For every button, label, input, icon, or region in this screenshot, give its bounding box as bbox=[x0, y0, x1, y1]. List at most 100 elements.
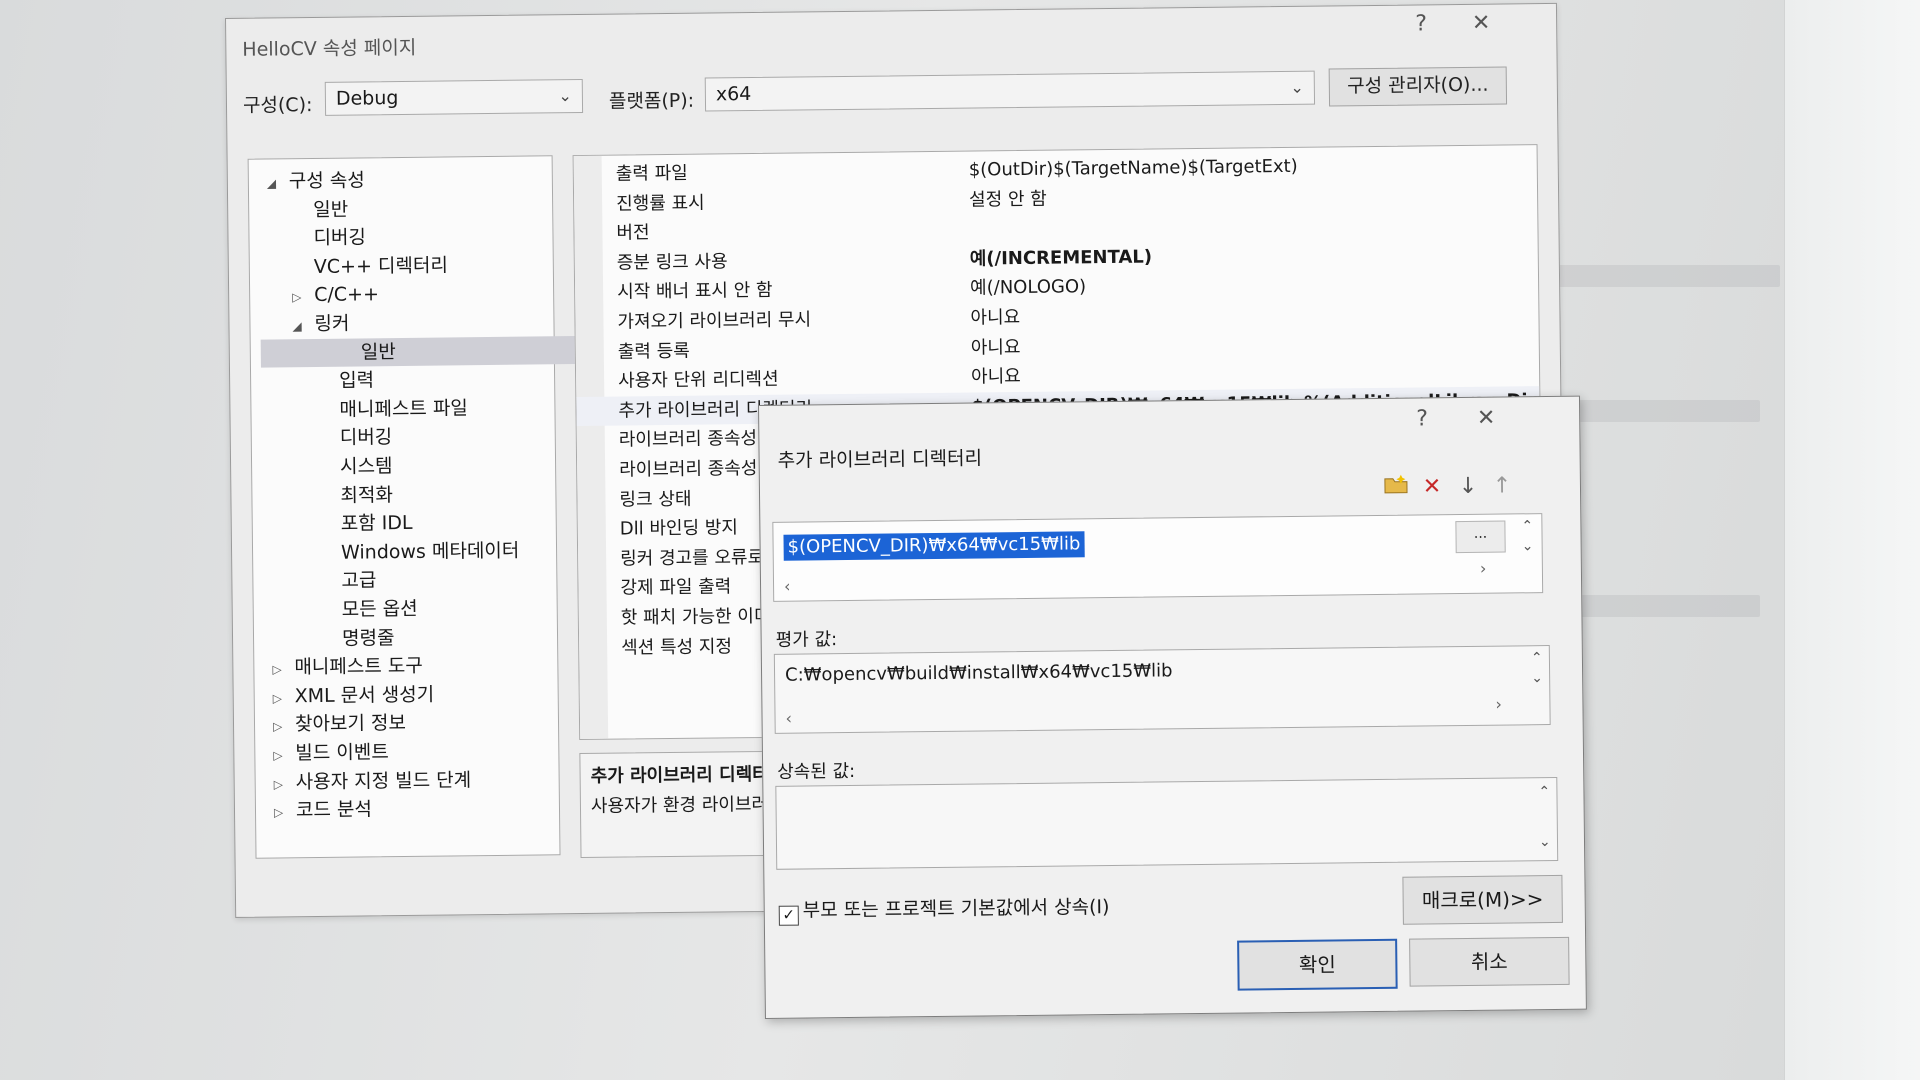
expand-arrow-icon[interactable]: ▷ bbox=[274, 798, 296, 826]
scroll-up-icon[interactable]: ⌃ bbox=[1531, 650, 1543, 666]
property-name: 사용자 단위 리디렉션 bbox=[618, 368, 779, 392]
tree-item[interactable]: ▷ 빌드 이벤트 bbox=[273, 738, 389, 767]
browse-button[interactable]: ... bbox=[1455, 520, 1506, 554]
property-value: 아니요 bbox=[970, 336, 1021, 359]
tree-item[interactable]: 디버깅 bbox=[318, 424, 393, 453]
config-value: Debug bbox=[335, 87, 399, 110]
tree-item-label: C/C++ bbox=[314, 283, 380, 307]
additional-library-directories-dialog: ? ✕ 추가 라이브러리 디렉터리 ✕ ↓ ↑ $(OPENCV_DIR)₩x6… bbox=[758, 395, 1587, 1019]
expand-arrow-icon[interactable]: ▷ bbox=[273, 713, 295, 741]
property-name: 출력 파일 bbox=[615, 162, 688, 185]
move-down-icon[interactable]: ↓ bbox=[1452, 472, 1484, 502]
expand-arrow-icon[interactable]: ▷ bbox=[272, 655, 294, 683]
tree-item-label: 매니페스트 도구 bbox=[294, 654, 423, 679]
platform-dropdown[interactable]: x64 ⌄ bbox=[704, 70, 1316, 112]
scroll-down-icon[interactable]: ⌄ bbox=[1522, 538, 1534, 554]
collapse-arrow-icon[interactable]: ◢ bbox=[267, 169, 289, 197]
delete-icon[interactable]: ✕ bbox=[1416, 472, 1448, 502]
tree-item-label: Windows 메타데이터 bbox=[340, 539, 520, 564]
scroll-right-icon[interactable]: › bbox=[1495, 695, 1502, 714]
property-name: 증분 링크 사용 bbox=[616, 251, 728, 274]
move-up-icon[interactable]: ↑ bbox=[1486, 471, 1518, 501]
tree-item[interactable]: ◢ 구성 속성 bbox=[267, 166, 365, 195]
tree-item[interactable]: 매니페스트 파일 bbox=[317, 394, 468, 424]
property-name: 출력 등록 bbox=[617, 340, 690, 363]
macro-button[interactable]: 매크로(M)>> bbox=[1402, 874, 1563, 925]
platform-value: x64 bbox=[715, 83, 752, 106]
description-text: 사용자가 환경 라이브러리 bbox=[590, 793, 785, 817]
ok-button[interactable]: 확인 bbox=[1237, 938, 1398, 991]
dialog-help-button[interactable]: ? bbox=[1407, 406, 1437, 431]
inherit-checkbox-label: 부모 또는 프로젝트 기본값에서 상속(I) bbox=[802, 896, 1110, 922]
tree-item-label: 매니페스트 파일 bbox=[339, 397, 468, 421]
tree-item[interactable]: VC++ 디렉터리 bbox=[292, 251, 448, 281]
config-dropdown[interactable]: Debug ⌄ bbox=[324, 78, 584, 116]
directory-entry-input[interactable]: $(OPENCV_DIR)₩x64₩vc15₩lib bbox=[783, 531, 1085, 561]
tree-item[interactable]: ▷ 매니페스트 도구 bbox=[272, 652, 423, 682]
tree-item-label: 명령줄 bbox=[341, 626, 395, 650]
scroll-down-icon[interactable]: ⌄ bbox=[1531, 670, 1543, 686]
tree-item-label: 시스템 bbox=[339, 455, 393, 478]
tree-item[interactable]: Windows 메타데이터 bbox=[319, 536, 520, 566]
tree-item[interactable]: 명령줄 bbox=[320, 624, 395, 653]
tree-item-label: 입력 bbox=[338, 369, 375, 392]
tree-item-label: 고급 bbox=[341, 569, 377, 593]
inherit-checkbox[interactable]: ✓ 부모 또는 프로젝트 기본값에서 상속(I) bbox=[778, 892, 1110, 926]
inherited-value-box: ⌃ ⌄ bbox=[775, 776, 1559, 870]
property-name: 강제 파일 출력 bbox=[620, 576, 732, 599]
scroll-up-icon[interactable]: ⌃ bbox=[1521, 518, 1533, 534]
tree-item-label: 일반 bbox=[313, 198, 349, 221]
tree-item-label: 모든 옵션 bbox=[341, 597, 418, 621]
tree-item[interactable]: 디버깅 bbox=[291, 224, 366, 253]
cancel-button[interactable]: 취소 bbox=[1409, 936, 1570, 987]
property-name: Dll 바인딩 방지 bbox=[619, 517, 739, 540]
tree-item[interactable]: ◢ 링커 bbox=[292, 310, 349, 339]
tree-item[interactable]: ▷ XML 문서 생성기 bbox=[273, 680, 435, 710]
evaluated-value-label: 평가 값: bbox=[775, 629, 838, 651]
tree-item[interactable]: ▷ 코드 분석 bbox=[274, 796, 372, 825]
tree-item[interactable]: 고급 bbox=[319, 567, 376, 596]
tree-item[interactable]: ▷ 찾아보기 정보 bbox=[273, 709, 406, 739]
scroll-right-icon[interactable]: › bbox=[1480, 559, 1487, 578]
tree-item[interactable]: 포함 IDL bbox=[319, 509, 413, 538]
property-name: 링커 경고를 오류로 bbox=[620, 546, 765, 570]
tree-item[interactable]: 일반 bbox=[291, 195, 348, 224]
new-line-folder-icon[interactable] bbox=[1380, 473, 1412, 503]
property-value: 설정 안 함 bbox=[968, 188, 1047, 211]
close-button[interactable]: ✕ bbox=[1466, 11, 1496, 36]
property-value: 예(/NOLOGO) bbox=[969, 276, 1087, 299]
property-value: 아니요 bbox=[971, 366, 1021, 388]
tree-item[interactable]: ▷ 사용자 지정 빌드 단계 bbox=[274, 766, 472, 796]
dialog-close-button[interactable]: ✕ bbox=[1471, 406, 1501, 431]
tree-item-label: 빌드 이벤트 bbox=[295, 741, 389, 765]
config-manager-button[interactable]: 구성 관리자(O)... bbox=[1328, 66, 1508, 107]
help-button[interactable]: ? bbox=[1406, 11, 1436, 36]
tree-item-label: 일반 bbox=[360, 340, 396, 364]
property-name: 버전 bbox=[616, 222, 650, 244]
expand-arrow-icon[interactable]: ▷ bbox=[273, 741, 295, 769]
expand-arrow-icon[interactable]: ▷ bbox=[274, 770, 296, 798]
category-tree: ◢ 구성 속성 일반 디버깅 VC++ 디렉터리 ▷ C/C++ ◢ 링커 일반 입력 매니페스트 파… bbox=[247, 155, 631, 859]
tree-item[interactable]: 모든 옵션 bbox=[320, 595, 418, 624]
chevron-down-icon: ⌄ bbox=[558, 86, 573, 106]
tree-item[interactable]: ▷ C/C++ bbox=[292, 281, 379, 310]
checkmark-icon: ✓ bbox=[778, 905, 799, 926]
directory-list[interactable]: $(OPENCV_DIR)₩x64₩vc15₩lib ... ⌃ ⌄ ‹ › bbox=[772, 513, 1544, 602]
description-title: 추가 라이브러리 디렉터 bbox=[590, 763, 769, 787]
collapse-arrow-icon[interactable]: ◢ bbox=[292, 312, 314, 340]
scroll-down-icon[interactable]: ⌄ bbox=[1539, 834, 1551, 850]
expand-arrow-icon[interactable]: ▷ bbox=[292, 283, 314, 311]
tree-item-label: 코드 분석 bbox=[295, 798, 373, 822]
tree-item-label: 디버깅 bbox=[339, 426, 393, 450]
tree-item[interactable]: 입력 bbox=[317, 367, 374, 396]
expand-arrow-icon[interactable]: ▷ bbox=[273, 684, 295, 712]
window-title: HelloCV 속성 페이지 bbox=[242, 36, 417, 61]
property-name: 라이브러리 종속성 bbox=[619, 457, 758, 481]
scroll-left-icon[interactable]: ‹ bbox=[785, 709, 792, 728]
tree-item[interactable]: 시스템 bbox=[318, 452, 393, 481]
evaluated-value-box: C:₩opencv₩build₩install₩x64₩vc15₩lib ⌃ ⌄… bbox=[773, 645, 1551, 734]
tree-item[interactable]: 최적화 bbox=[318, 481, 393, 510]
scroll-up-icon[interactable]: ⌃ bbox=[1538, 784, 1550, 800]
scroll-left-icon[interactable]: ‹ bbox=[784, 577, 791, 596]
background-decoration bbox=[1580, 595, 1760, 617]
